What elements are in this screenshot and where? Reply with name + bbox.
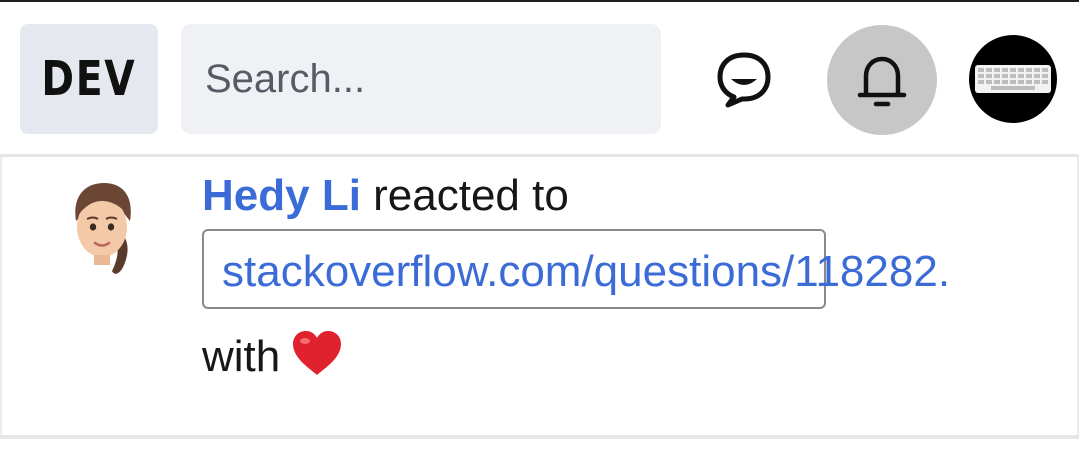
- user-avatar[interactable]: [64, 171, 144, 281]
- action-text: reacted to: [360, 171, 569, 220]
- header-bar: DEV: [0, 2, 1079, 154]
- dev-logo[interactable]: DEV: [20, 24, 158, 134]
- card-bottom-divider: [0, 435, 1079, 439]
- chat-button[interactable]: [707, 42, 781, 116]
- notification-card: Hedy Li reacted to stackoverflow.com/que…: [0, 157, 1079, 435]
- reaction-line: with: [202, 329, 344, 388]
- app-screen: DEV Search... Hedy Li reacted to stackov…: [0, 0, 1079, 449]
- keyboard-avatar-icon: [975, 65, 1051, 93]
- memoji-avatar-icon: [75, 183, 131, 274]
- chat-icon: [717, 52, 771, 108]
- bell-icon: [857, 56, 907, 107]
- profile-avatar-button[interactable]: [969, 35, 1057, 123]
- with-text: with: [202, 332, 281, 381]
- notification-text-line: Hedy Li reacted to: [202, 171, 569, 221]
- notification-link-line: stackoverflow.com/questions/118282.: [222, 247, 950, 297]
- logo-text: DEV: [41, 51, 137, 107]
- heart-icon: [290, 329, 344, 388]
- search-input[interactable]: [181, 24, 661, 134]
- article-link[interactable]: stackoverflow.com/questions/118282.: [222, 247, 950, 296]
- notifications-button[interactable]: [827, 25, 937, 135]
- username-link[interactable]: Hedy Li: [202, 171, 361, 220]
